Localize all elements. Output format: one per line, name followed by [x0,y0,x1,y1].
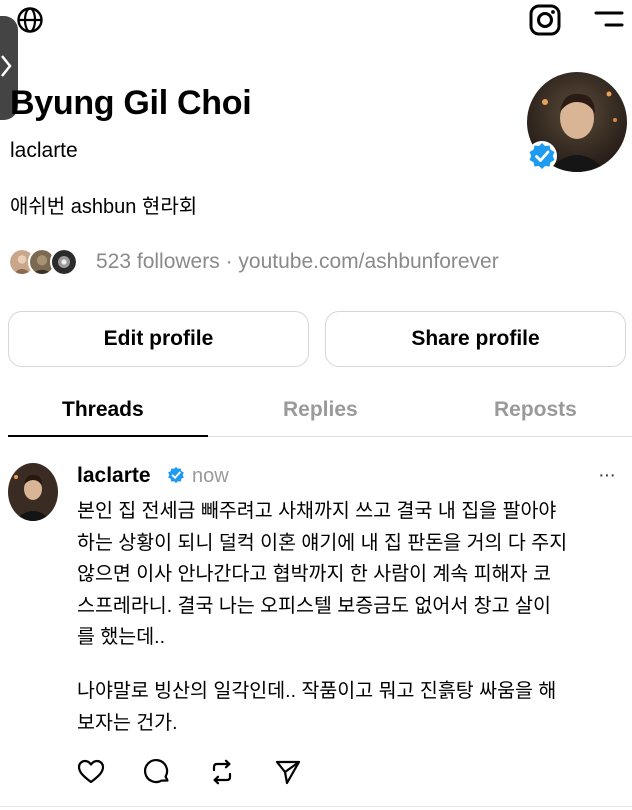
tab-reposts[interactable]: Reposts [494,398,577,422]
share-icon[interactable] [274,758,302,786]
post-timestamp: now [192,465,229,487]
post-text-paragraph: 나야말로 빙산의 일각인데.. 작품이고 뭐고 진흙탕 싸움을 해 보자는 건가… [77,680,557,734]
post-actions [77,758,337,786]
profile-username: laclarte [10,139,78,162]
edit-profile-button[interactable]: Edit profile [8,311,309,367]
post-text-paragraph: 본인 집 전세금 빼주려고 사채까지 쓰고 결국 내 집을 팔아야 하는 상황이… [77,500,568,648]
profile-bio: 애쉬번 ashbun 현라회 [10,196,198,218]
repost-icon[interactable] [208,758,236,786]
profile-tabs: Threads Replies Reposts [0,388,632,438]
tab-replies[interactable]: Replies [283,398,358,422]
tab-threads[interactable]: Threads [62,398,144,422]
profile-display-name: Byung Gil Choi [10,84,252,122]
more-options-button[interactable]: ··· [598,464,616,487]
comment-icon[interactable] [143,758,171,786]
verified-badge-icon [168,466,184,484]
globe-icon[interactable] [16,6,44,34]
share-profile-button[interactable]: Share profile [325,311,626,367]
heart-icon[interactable] [77,758,105,786]
menu-icon[interactable] [592,8,626,30]
post-username[interactable]: laclarte [77,464,151,488]
active-tab-indicator [8,435,208,437]
top-bar [0,0,632,120]
avatar-photo [8,463,58,521]
followers-count-link[interactable]: 523 followers · youtube.com/ashbunforeve… [96,250,499,274]
post-author-avatar[interactable] [8,463,58,521]
instagram-icon[interactable] [528,3,562,37]
followers-row[interactable]: 523 followers · youtube.com/ashbunforeve… [8,246,628,278]
follower-avatar [50,248,78,276]
post-divider [0,806,632,807]
verified-badge-icon [527,141,557,171]
chevron-right-icon [1,55,12,77]
tab-divider [208,436,632,437]
